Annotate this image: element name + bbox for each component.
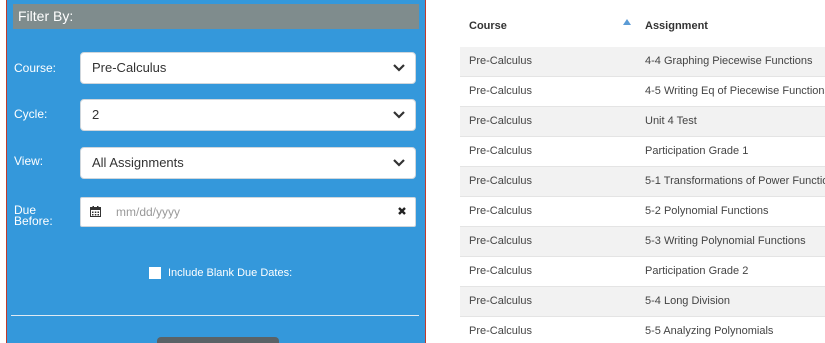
table-header: Course Assignment: [460, 4, 825, 48]
cell-assignment[interactable]: Participation Grade 1: [645, 137, 748, 166]
cell-course: Pre-Calculus: [469, 175, 532, 187]
chevron-down-icon: [393, 111, 405, 119]
assignments-table: Course Assignment Pre-Calculus 4-4 Graph…: [460, 4, 825, 343]
course-label: Course:: [14, 61, 57, 75]
cell-course: Pre-Calculus: [469, 115, 532, 127]
table-row[interactable]: Pre-Calculus 5-3 Writing Polynomial Func…: [460, 227, 825, 257]
view-label: View:: [14, 154, 44, 168]
close-icon[interactable]: [397, 206, 407, 216]
course-select[interactable]: Pre-Calculus: [80, 52, 416, 84]
filter-header: Filter By:: [13, 4, 419, 29]
cell-course: Pre-Calculus: [469, 145, 532, 157]
divider: [11, 315, 419, 316]
cell-course: Pre-Calculus: [469, 265, 532, 277]
due-before-label-line2: Before:: [14, 214, 53, 228]
table-row[interactable]: Pre-Calculus Unit 4 Test: [460, 107, 825, 137]
table-row[interactable]: Pre-Calculus Participation Grade 2: [460, 257, 825, 287]
filter-submit-button[interactable]: [157, 337, 279, 343]
view-select[interactable]: All Assignments: [80, 147, 416, 179]
table-row[interactable]: Pre-Calculus 5-5 Analyzing Polynomials: [460, 317, 825, 343]
cell-assignment[interactable]: Participation Grade 2: [645, 257, 748, 286]
table-row[interactable]: Pre-Calculus 4-5 Writing Eq of Piecewise…: [460, 77, 825, 107]
due-date-field[interactable]: [80, 197, 416, 227]
cell-assignment[interactable]: 5-1 Transformations of Power Functions: [645, 167, 825, 196]
table-row[interactable]: Pre-Calculus 5-4 Long Division: [460, 287, 825, 317]
cell-assignment[interactable]: 4-5 Writing Eq of Piecewise Functions: [645, 77, 825, 106]
cell-assignment[interactable]: 5-3 Writing Polynomial Functions: [645, 227, 806, 256]
cell-course: Pre-Calculus: [469, 85, 532, 97]
cell-assignment[interactable]: 4-4 Graphing Piecewise Functions: [645, 47, 813, 76]
include-blank-checkbox[interactable]: [149, 267, 161, 279]
sort-ascending-icon[interactable]: [623, 19, 631, 25]
include-blank-label: Include Blank Due Dates:: [168, 267, 293, 279]
cell-course: Pre-Calculus: [469, 235, 532, 247]
chevron-down-icon: [393, 159, 405, 167]
column-header-assignment[interactable]: Assignment: [645, 4, 708, 48]
calendar-icon: [90, 206, 101, 217]
cell-assignment[interactable]: Unit 4 Test: [645, 107, 697, 136]
cell-course: Pre-Calculus: [469, 325, 532, 337]
cell-course: Pre-Calculus: [469, 295, 532, 307]
chevron-down-icon: [393, 64, 405, 72]
cycle-label: Cycle:: [14, 107, 48, 121]
cycle-select-value: 2: [92, 107, 100, 122]
column-header-course[interactable]: Course: [469, 4, 507, 48]
course-select-value: Pre-Calculus: [92, 60, 167, 75]
filter-panel: Filter By: Course: Pre-Calculus Cycle: 2…: [6, 0, 426, 343]
table-row[interactable]: Pre-Calculus 4-4 Graphing Piecewise Func…: [460, 47, 825, 77]
view-select-value: All Assignments: [92, 155, 184, 170]
table-row[interactable]: Pre-Calculus 5-1 Transformations of Powe…: [460, 167, 825, 197]
due-date-input[interactable]: [116, 203, 346, 221]
cell-course: Pre-Calculus: [469, 205, 532, 217]
cycle-select[interactable]: 2: [80, 99, 416, 131]
cell-course: Pre-Calculus: [469, 55, 532, 67]
cell-assignment[interactable]: 5-5 Analyzing Polynomials: [645, 317, 773, 343]
table-row[interactable]: Pre-Calculus Participation Grade 1: [460, 137, 825, 167]
cell-assignment[interactable]: 5-2 Polynomial Functions: [645, 197, 769, 226]
cell-assignment[interactable]: 5-4 Long Division: [645, 287, 730, 316]
table-row[interactable]: Pre-Calculus 5-2 Polynomial Functions: [460, 197, 825, 227]
